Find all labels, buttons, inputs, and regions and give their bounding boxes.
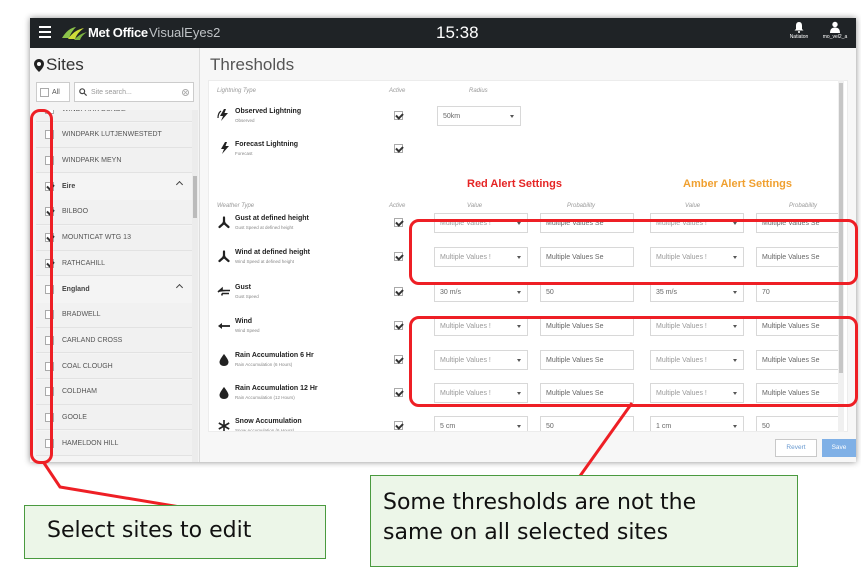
thresholds-callout-arrow [578,402,634,477]
sites-callout-arrow [42,462,181,509]
thresholds-callout-line-2: same on all selected sites [383,520,669,545]
screenshot-frame: Met Office VisualEyes2 15:38 Natiaton mo… [0,0,861,576]
thresholds-callout: Some thresholds are not the same on all … [370,475,798,567]
sites-callout: Select sites to edit [24,505,326,559]
thresholds-callout-line-1: Some thresholds are not the [383,490,697,515]
